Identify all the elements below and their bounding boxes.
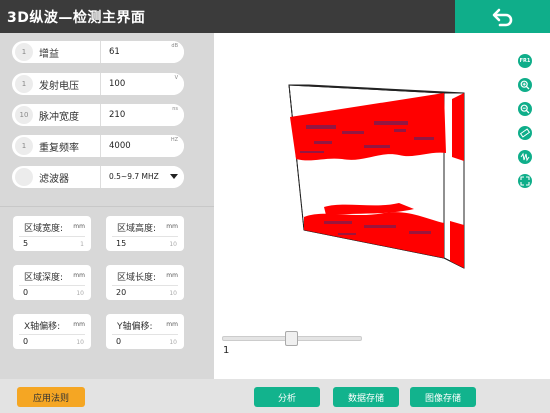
fr1-label: FR1 xyxy=(519,58,531,64)
x-offset-max: 10 xyxy=(76,339,84,346)
region-length-label: 区域长度: xyxy=(117,273,157,283)
region-depth-field[interactable]: 区域深度: mm 0 10 xyxy=(13,265,91,300)
zoom-out-icon[interactable] xyxy=(518,102,532,116)
field-underline xyxy=(19,334,85,335)
filter-label: 滤波器 xyxy=(39,174,69,185)
region-width-value: 5 xyxy=(23,239,29,248)
analyze-button[interactable]: 分析 xyxy=(254,387,320,407)
voltage-step-button[interactable]: 1 xyxy=(15,75,33,93)
pulse-unit: ns xyxy=(172,106,178,112)
y-offset-label: Y轴偏移: xyxy=(117,322,153,332)
region-height-value: 15 xyxy=(116,239,127,248)
gain-value: 61 xyxy=(109,47,120,57)
y-offset-unit: mm xyxy=(166,321,178,328)
region-depth-unit: mm xyxy=(73,272,85,279)
region-height-field[interactable]: 区域高度: mm 15 10 xyxy=(106,216,184,251)
region-height-label: 区域高度: xyxy=(117,224,157,234)
frequency-step-button[interactable]: 1 xyxy=(15,137,33,155)
back-arrow-icon xyxy=(492,8,512,26)
region-height-max: 10 xyxy=(169,241,177,248)
region-length-max: 10 xyxy=(169,290,177,297)
gain-field[interactable]: 61 dB xyxy=(100,41,184,63)
filter-control: 滤波器 0.5~9.7 MHZ xyxy=(12,166,184,188)
repeat-frequency-control: 1 重复频率 4000 HZ xyxy=(12,135,184,157)
region-length-field[interactable]: 区域长度: mm 20 10 xyxy=(106,265,184,300)
measure-icon[interactable] xyxy=(518,126,532,140)
region-width-unit: mm xyxy=(73,223,85,230)
fit-screen-icon[interactable] xyxy=(518,174,532,188)
region-depth-max: 10 xyxy=(76,290,84,297)
fr1-icon[interactable]: FR1 xyxy=(518,54,532,68)
y-offset-field[interactable]: Y轴偏移: mm 0 10 xyxy=(106,314,184,349)
frequency-label: 重复频率 xyxy=(39,143,79,154)
gain-control: 1 增益 61 dB xyxy=(12,41,184,63)
voltage-field[interactable]: 100 V xyxy=(100,73,184,95)
3d-viewport[interactable] xyxy=(214,33,550,379)
field-underline xyxy=(19,285,85,286)
region-width-label: 区域宽度: xyxy=(24,224,64,234)
filter-step-button[interactable] xyxy=(15,168,33,186)
x-offset-label: X轴偏移: xyxy=(24,322,61,332)
data-save-button[interactable]: 数据存储 xyxy=(333,387,399,407)
region-length-value: 20 xyxy=(116,288,127,297)
gain-unit: dB xyxy=(171,43,178,49)
voltage-unit: V xyxy=(174,75,178,81)
gain-label: 增益 xyxy=(39,49,59,60)
field-underline xyxy=(112,236,178,237)
region-width-max: 1 xyxy=(80,241,84,248)
filter-value: 0.5~9.7 MHZ xyxy=(109,172,159,181)
waveform-icon[interactable] xyxy=(518,150,532,164)
region-height-unit: mm xyxy=(166,223,178,230)
x-offset-unit: mm xyxy=(73,321,85,328)
transmit-voltage-control: 1 发射电压 100 V xyxy=(12,73,184,95)
frequency-field[interactable]: 4000 HZ xyxy=(100,135,184,157)
filter-select[interactable]: 0.5~9.7 MHZ xyxy=(100,166,184,188)
page-title: 3D纵波—检测主界面 xyxy=(7,10,146,26)
zoom-in-icon[interactable] xyxy=(518,78,532,92)
region-length-unit: mm xyxy=(166,272,178,279)
frequency-unit: HZ xyxy=(170,137,178,143)
region-width-field[interactable]: 区域宽度: mm 5 1 xyxy=(13,216,91,251)
field-underline xyxy=(19,236,85,237)
3d-volume-render xyxy=(288,84,465,269)
frequency-value: 4000 xyxy=(109,141,131,151)
field-underline xyxy=(112,285,178,286)
slider-thumb[interactable] xyxy=(285,331,298,346)
region-depth-label: 区域深度: xyxy=(24,273,64,283)
pulse-field[interactable]: 210 ns xyxy=(100,104,184,126)
apply-rule-button[interactable]: 应用法则 xyxy=(17,387,85,407)
pulse-label: 脉冲宽度 xyxy=(39,112,79,123)
pulse-width-control: 10 脉冲宽度 210 ns xyxy=(12,104,184,126)
back-button[interactable] xyxy=(455,0,550,33)
voltage-label: 发射电压 xyxy=(39,81,79,92)
x-offset-value: 0 xyxy=(23,337,29,346)
layer-slider[interactable] xyxy=(222,331,362,346)
dropdown-arrow-icon xyxy=(170,174,178,179)
region-depth-value: 0 xyxy=(23,288,29,297)
image-save-button[interactable]: 图像存储 xyxy=(410,387,476,407)
y-offset-value: 0 xyxy=(116,337,122,346)
y-offset-max: 10 xyxy=(169,339,177,346)
pulse-value: 210 xyxy=(109,110,126,120)
x-offset-field[interactable]: X轴偏移: mm 0 10 xyxy=(13,314,91,349)
divider xyxy=(0,206,214,207)
gain-step-button[interactable]: 1 xyxy=(15,43,33,61)
voltage-value: 100 xyxy=(109,79,126,89)
pulse-step-button[interactable]: 10 xyxy=(15,106,33,124)
field-underline xyxy=(112,334,178,335)
slider-value: 1 xyxy=(223,345,230,356)
